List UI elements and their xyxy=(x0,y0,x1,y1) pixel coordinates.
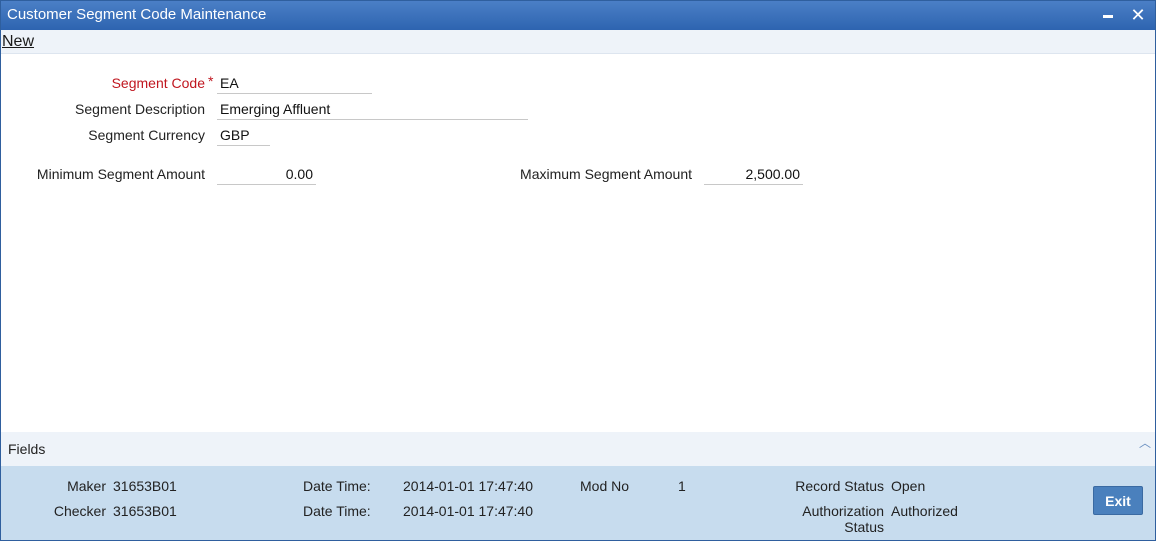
segment-description-label: Segment Description xyxy=(75,101,205,117)
fields-label: Fields xyxy=(8,441,46,457)
maker-label: Maker xyxy=(67,478,106,494)
checker-datetime-value: 2014-01-01 17:47:40 xyxy=(403,503,533,519)
segment-code-window: Customer Segment Code Maintenance ✕ New … xyxy=(0,0,1156,541)
minimum-amount-input[interactable] xyxy=(217,163,316,185)
exit-button[interactable]: Exit xyxy=(1093,486,1143,515)
window-title: Customer Segment Code Maintenance xyxy=(7,6,267,23)
checker-value: 31653B01 xyxy=(113,503,177,519)
checker-label: Checker xyxy=(53,503,106,519)
new-link[interactable]: New xyxy=(2,33,34,51)
required-marker: * xyxy=(208,73,214,89)
record-status-value: Open xyxy=(891,478,926,494)
segment-code-label: Segment Code xyxy=(111,75,205,91)
authorization-status-value: Authorized xyxy=(891,503,958,519)
maker-value: 31653B01 xyxy=(113,478,177,494)
segment-currency-input[interactable] xyxy=(217,124,270,146)
minimize-icon[interactable] xyxy=(1097,1,1119,29)
segment-currency-label: Segment Currency xyxy=(88,127,205,143)
maker-datetime-value: 2014-01-01 17:47:40 xyxy=(403,478,533,494)
minimum-amount-label: Minimum Segment Amount xyxy=(36,166,205,182)
authorization-status-label-line2: Status xyxy=(844,519,884,535)
maximum-amount-input[interactable] xyxy=(704,163,803,185)
maximum-amount-label: Maximum Segment Amount xyxy=(520,166,692,182)
menu-bar: New xyxy=(1,30,1155,54)
maker-datetime-label: Date Time: xyxy=(303,478,371,494)
authorization-status-label: Authorization xyxy=(802,503,884,519)
close-icon[interactable]: ✕ xyxy=(1127,1,1149,29)
record-status-label: Record Status xyxy=(795,478,884,494)
segment-description-input[interactable] xyxy=(217,98,528,120)
fields-section[interactable]: Fields ︿ xyxy=(1,432,1155,466)
title-bar: Customer Segment Code Maintenance ✕ xyxy=(1,1,1155,30)
segment-code-input[interactable] xyxy=(217,72,372,94)
mod-no-value: 1 xyxy=(678,478,686,494)
chevron-up-icon[interactable]: ︿ xyxy=(1139,434,1151,451)
mod-no-label: Mod No xyxy=(580,478,630,494)
checker-datetime-label: Date Time: xyxy=(303,503,371,519)
